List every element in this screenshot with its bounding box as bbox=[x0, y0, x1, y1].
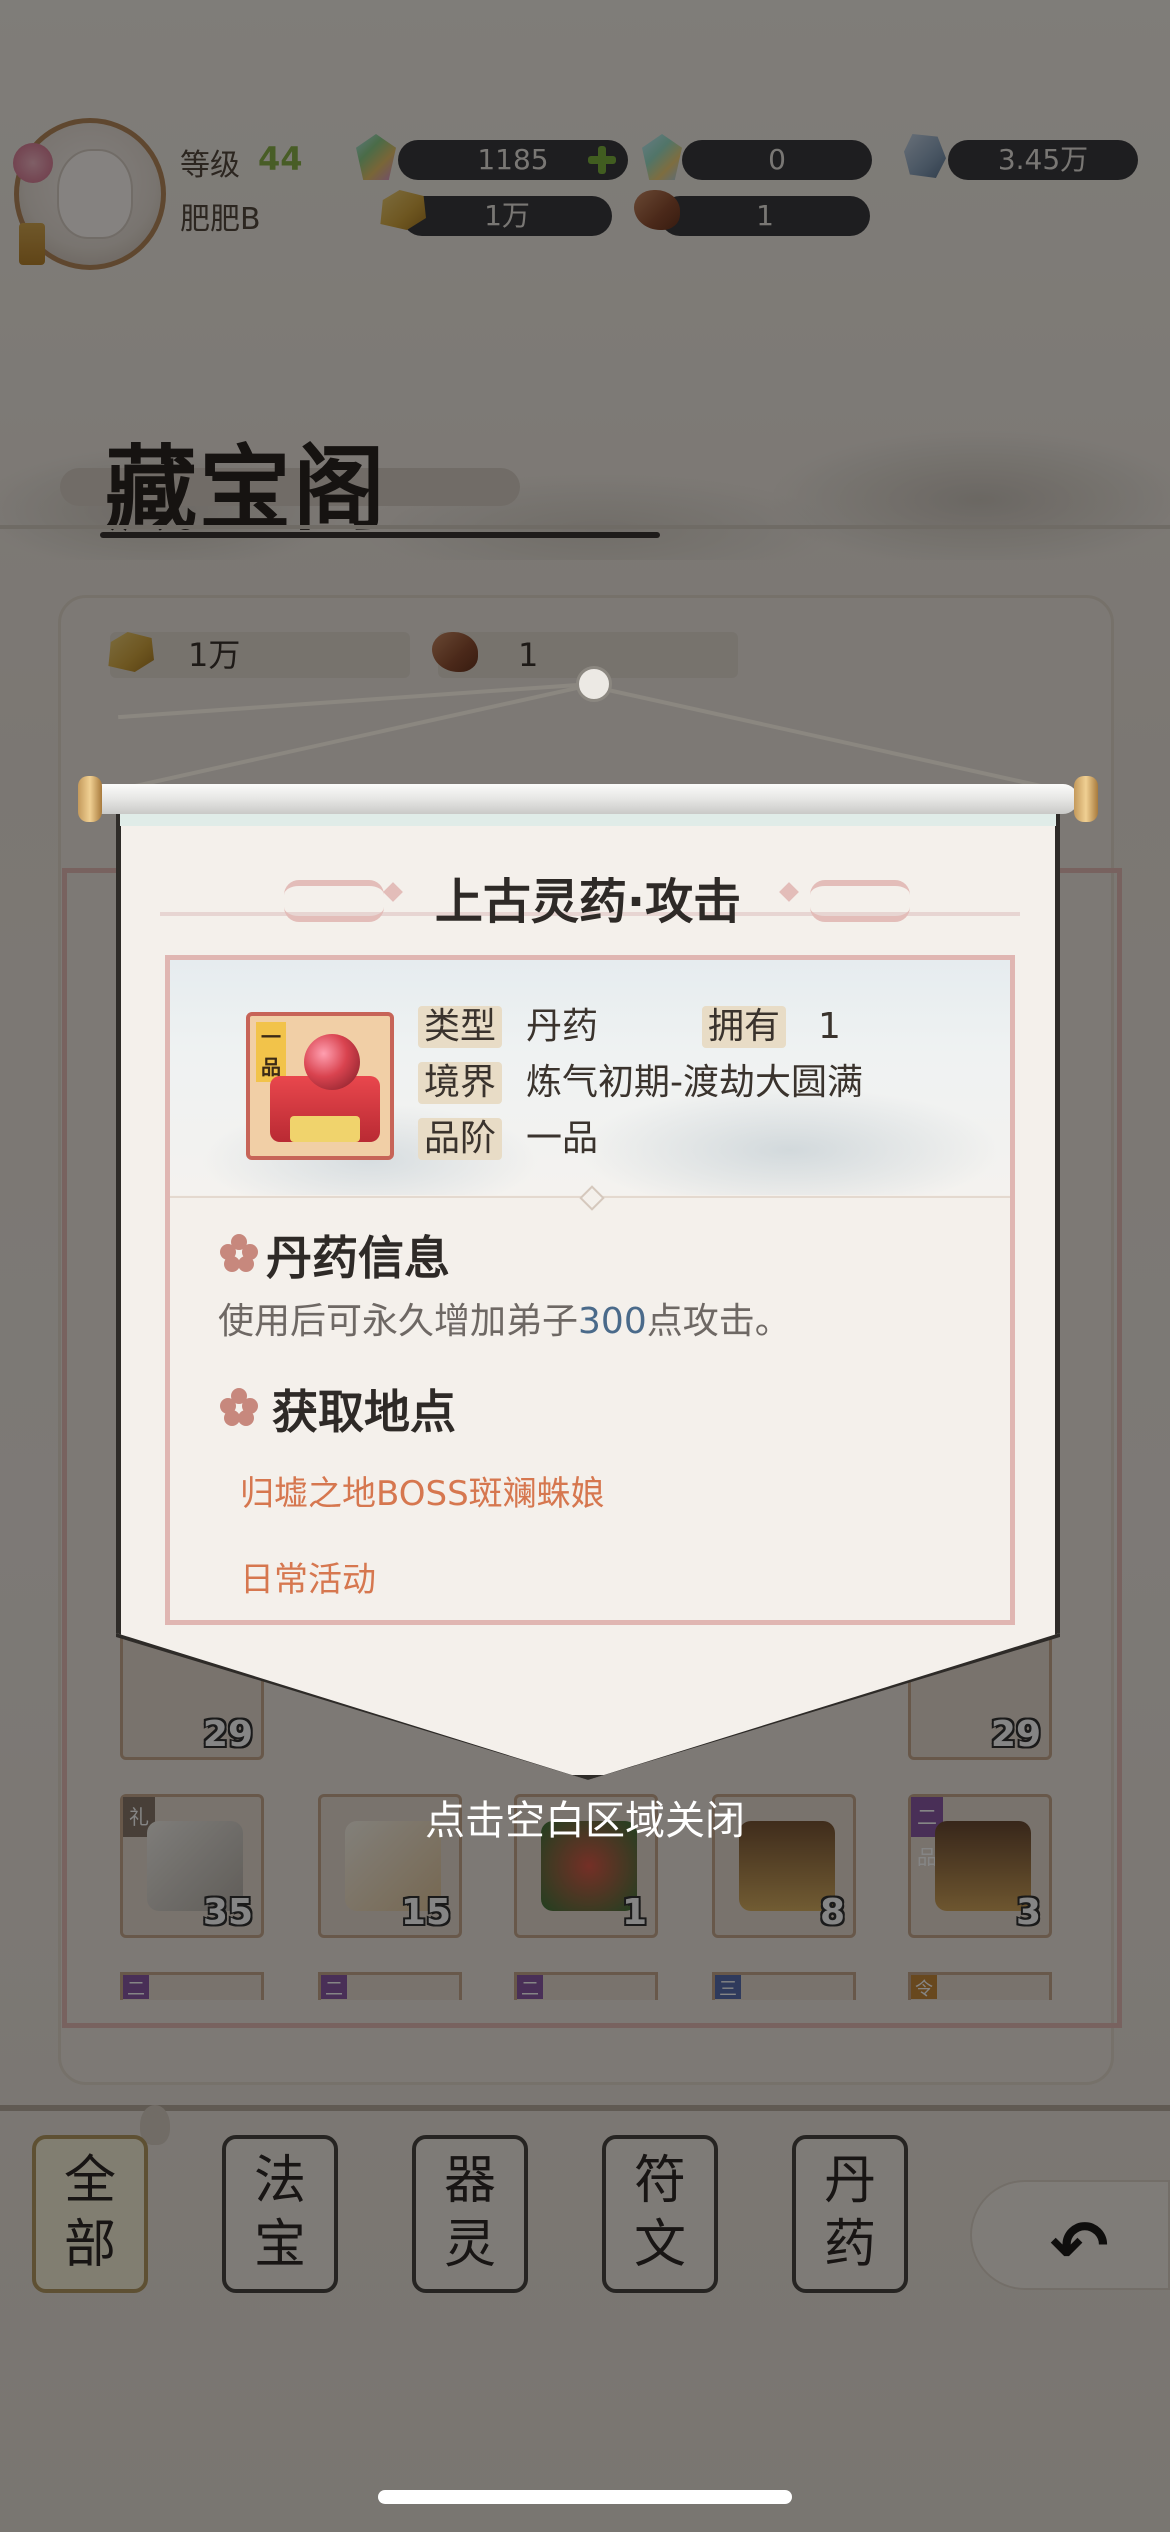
realm-value: 炼气初期-渡劫大圆满 bbox=[526, 1062, 863, 1103]
own-value: 1 bbox=[818, 1006, 841, 1047]
scroll-hook-icon bbox=[576, 666, 612, 702]
scroll-rod bbox=[88, 784, 1078, 814]
desc-prefix: 使用后可永久增加弟子 bbox=[218, 1301, 579, 1342]
item-description: 使用后可永久增加弟子300点攻击。 bbox=[218, 1292, 791, 1344]
elixir-item-icon: 一品 bbox=[246, 1012, 394, 1160]
popup-title: 上古灵药·攻击 bbox=[434, 874, 742, 930]
own-label: 拥有 bbox=[702, 1006, 787, 1048]
plum-flower-icon bbox=[220, 1234, 258, 1272]
close-hint: 点击空白区域关闭 bbox=[425, 1798, 745, 1844]
rod-knob-right bbox=[1074, 776, 1098, 822]
source-link-daily[interactable]: 日常活动 bbox=[240, 1552, 376, 1601]
elixir-pill-icon bbox=[304, 1034, 360, 1090]
source-link-boss[interactable]: 归墟之地BOSS斑斓蛛娘 bbox=[240, 1466, 605, 1515]
desc-highlight: 300 bbox=[578, 1301, 647, 1342]
type-label: 类型 bbox=[418, 1006, 503, 1048]
pill-info-title: 丹药信息 bbox=[266, 1231, 450, 1285]
type-value: 丹药 bbox=[526, 1006, 599, 1047]
grade-badge: 一品 bbox=[256, 1022, 286, 1082]
home-indicator[interactable] bbox=[378, 2490, 792, 2504]
realm-label: 境界 bbox=[418, 1062, 503, 1104]
plum-flower-icon bbox=[220, 1388, 258, 1426]
source-title: 获取地点 bbox=[272, 1385, 456, 1439]
quality-label: 品阶 bbox=[418, 1118, 503, 1160]
desc-suffix: 点攻击。 bbox=[646, 1301, 791, 1342]
quality-value: 一品 bbox=[526, 1118, 599, 1159]
scroll-top-strip bbox=[120, 812, 1056, 826]
rod-knob-left bbox=[78, 776, 102, 822]
